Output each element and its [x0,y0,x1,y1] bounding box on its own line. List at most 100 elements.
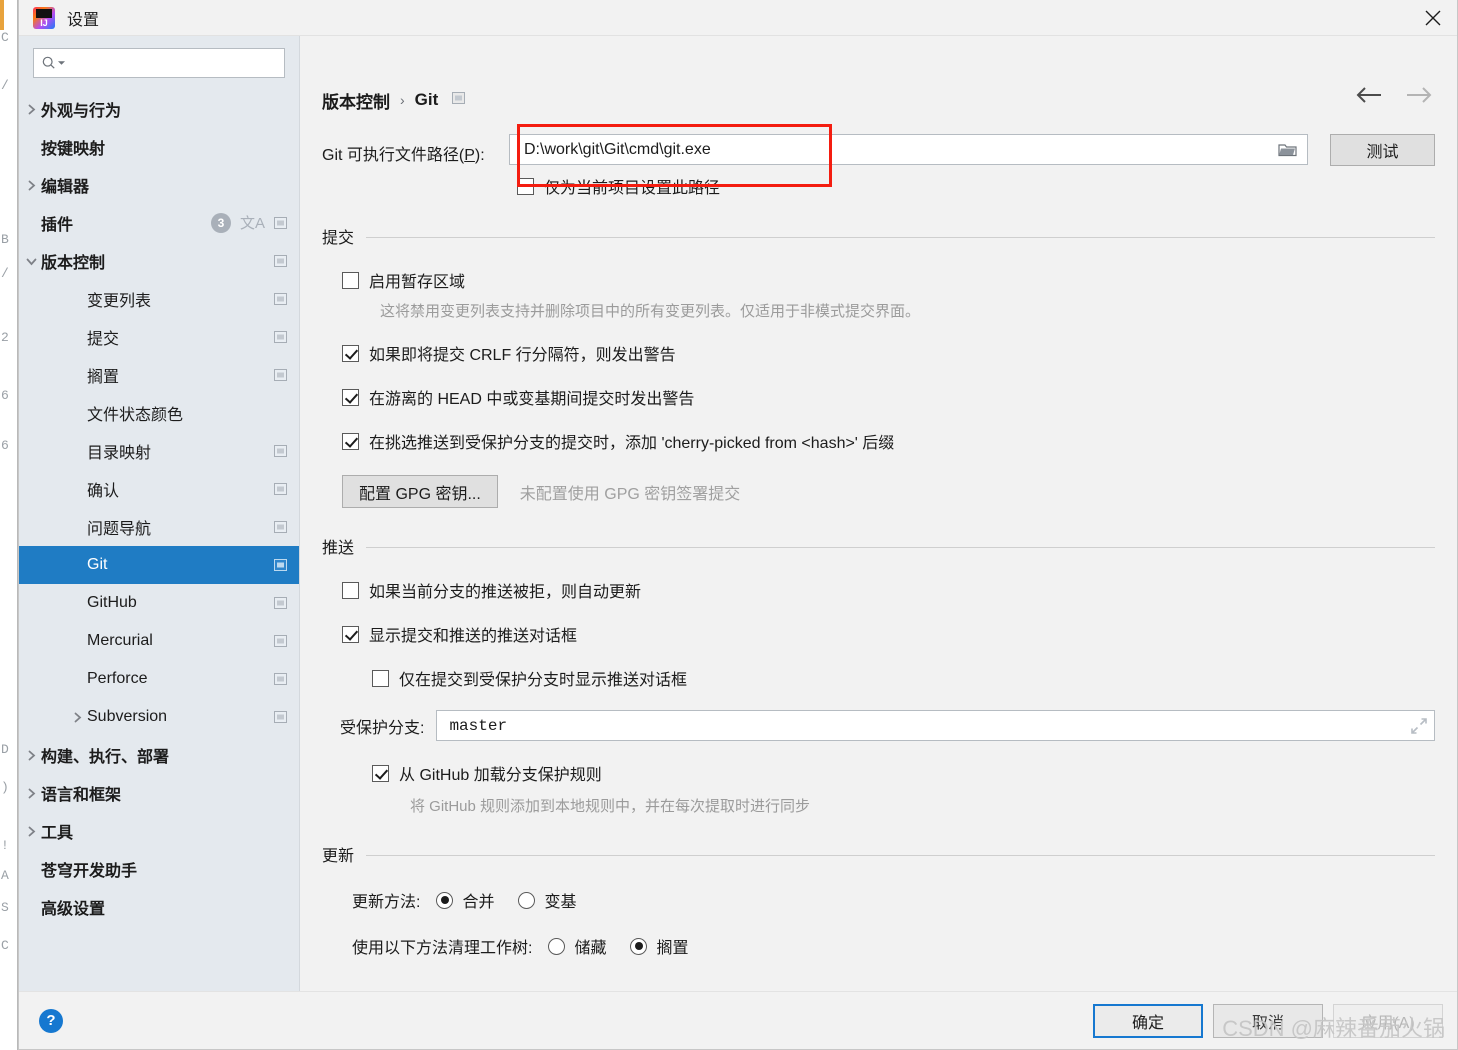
background-text-fragment: ! [1,838,9,853]
enable-staging-checkbox[interactable] [342,271,359,289]
sidebar-item-label: 语言和框架 [41,787,122,804]
chevron-right-icon[interactable] [21,180,41,191]
window-restore-icon[interactable] [274,217,287,229]
configure-gpg-key-button[interactable]: 配置 GPG 密钥... [342,475,498,508]
sidebar-item-目录映射[interactable]: 目录映射 [19,432,299,470]
project-only-path-label: 仅为当前项目设置此路径 [544,180,721,197]
git-path-input[interactable] [522,139,1273,160]
sidebar-item-Perforce[interactable]: Perforce [19,660,299,698]
project-only-path-row: 仅为当前项目设置此路径 [517,174,1308,198]
detached-head-warning-row: 在游离的 HEAD 中或变基期间提交时发出警告 [342,385,1435,409]
crlf-warning-checkbox[interactable] [342,344,359,362]
auto-update-rejected-checkbox[interactable] [342,581,359,599]
update-method-option-rebase[interactable]: 变基 [518,888,576,912]
sidebar-item-高级设置[interactable]: 高级设置 [19,888,299,926]
cancel-button[interactable]: 取消 [1213,1003,1323,1038]
window-restore-icon [274,559,287,571]
detached-head-warning-checkbox[interactable] [342,388,359,406]
window-restore-icon[interactable] [274,483,287,495]
sidebar-item-Git[interactable]: Git [19,546,299,584]
window-restore-icon[interactable] [274,369,287,381]
window-restore-icon [274,521,287,533]
update-method-merge-radio[interactable] [436,891,454,909]
show-push-dialog-checkbox[interactable] [342,625,359,643]
window-restore-icon[interactable] [274,559,287,571]
update-method-rebase-radio[interactable] [518,891,536,909]
breadcrumb-parent[interactable]: 版本控制 [322,88,390,113]
sidebar-item-苍穹开发助手[interactable]: 苍穹开发助手 [19,850,299,888]
test-button[interactable]: 测试 [1330,134,1435,166]
close-icon[interactable] [1409,0,1457,36]
chevron-right-icon[interactable] [67,712,87,723]
dialog-action-buttons: 确定 取消 应用(A) [1093,1003,1443,1038]
apply-button[interactable]: 应用(A) [1333,1003,1443,1038]
project-only-path-checkbox[interactable] [517,177,534,195]
background-text-fragment: C [1,30,9,45]
update-method-option-merge[interactable]: 合并 [436,888,494,912]
window-restore-icon[interactable] [274,673,287,685]
window-restore-icon[interactable] [274,597,287,609]
chevron-down-icon[interactable] [21,256,41,267]
cherry-pick-suffix-checkbox[interactable] [342,432,359,450]
sidebar-item-文件状态颜色[interactable]: 文件状态颜色 [19,394,299,432]
chevron-right-icon[interactable] [21,750,41,761]
sidebar-item-版本控制[interactable]: 版本控制 [19,242,299,280]
ok-button[interactable]: 确定 [1093,1003,1203,1038]
sidebar-item-构建、执行、部署[interactable]: 构建、执行、部署 [19,736,299,774]
sidebar-item-label: Mercurial [87,632,153,649]
sidebar-item-Subversion[interactable]: Subversion [19,698,299,736]
update-method-label: 更新方法: [352,894,421,911]
sidebar-item-变更列表[interactable]: 变更列表 [19,280,299,318]
sidebar-item-GitHub[interactable]: GitHub [19,584,299,622]
protected-only-dialog-checkbox[interactable] [372,669,389,687]
protected-branches-field[interactable] [436,710,1435,741]
clean-worktree-option-shelve[interactable]: 搁置 [630,934,688,958]
protected-branches-input[interactable] [447,715,1410,736]
window-restore-icon[interactable] [274,331,287,343]
dialog-footer: ? 确定 取消 应用(A) CSDN @麻辣番茄火锅 [19,991,1457,1049]
window-restore-icon[interactable] [274,445,287,457]
sidebar-item-Mercurial[interactable]: Mercurial [19,622,299,660]
window-restore-icon[interactable] [274,635,287,647]
sidebar-item-编辑器[interactable]: 编辑器 [19,166,299,204]
sidebar-item-label: 外观与行为 [41,103,122,120]
sidebar-item-工具[interactable]: 工具 [19,812,299,850]
help-icon[interactable]: ? [39,1008,63,1033]
chevron-right-icon[interactable] [21,104,41,115]
sidebar-item-trailing [274,711,287,723]
window-restore-icon[interactable] [274,711,287,723]
sidebar-item-问题导航[interactable]: 问题导航 [19,508,299,546]
sidebar-item-外观与行为[interactable]: 外观与行为 [19,90,299,128]
chevron-right-icon[interactable] [21,788,41,799]
clean-worktree-stash-radio[interactable] [548,937,566,955]
clean-worktree-option-stash[interactable]: 储藏 [548,934,606,958]
git-path-field[interactable] [509,134,1308,165]
git-path-label: Git 可执行文件路径(P): [322,141,509,165]
expand-icon[interactable] [1410,717,1428,735]
window-restore-icon[interactable] [274,521,287,533]
cherry-pick-suffix-label: 在挑选推送到受保护分支的提交时，添加 'cherry-picked from <… [369,435,895,452]
sidebar-item-label: 苍穹开发助手 [41,863,138,880]
sidebar-item-提交[interactable]: 提交 [19,318,299,356]
sidebar-item-插件[interactable]: 插件 3 文A [19,204,299,242]
window-restore-icon[interactable] [274,293,287,305]
sidebar-item-语言和框架[interactable]: 语言和框架 [19,774,299,812]
github-rules-checkbox[interactable] [372,764,389,782]
sidebar-item-按键映射[interactable]: 按键映射 [19,128,299,166]
arrow-right-icon[interactable] [1405,86,1433,109]
arrow-left-icon[interactable] [1355,86,1383,109]
sidebar-item-label: Subversion [87,708,168,725]
show-push-dialog-row: 显示提交和推送的推送对话框 [342,622,1435,646]
translate-icon: 文A [239,214,265,232]
sidebar-item-确认[interactable]: 确认 [19,470,299,508]
sidebar-item-搁置[interactable]: 搁置 [19,356,299,394]
sidebar-item-trailing [274,331,287,343]
sidebar-item-trailing [274,293,287,305]
search-box[interactable] [33,48,285,78]
chevron-right-icon[interactable] [21,826,41,837]
window-restore-icon[interactable] [274,255,287,267]
clean-worktree-shelve-radio[interactable] [630,937,648,955]
search-input[interactable] [70,54,276,72]
folder-icon[interactable] [1273,135,1301,164]
window-restore-icon[interactable] [452,91,466,109]
